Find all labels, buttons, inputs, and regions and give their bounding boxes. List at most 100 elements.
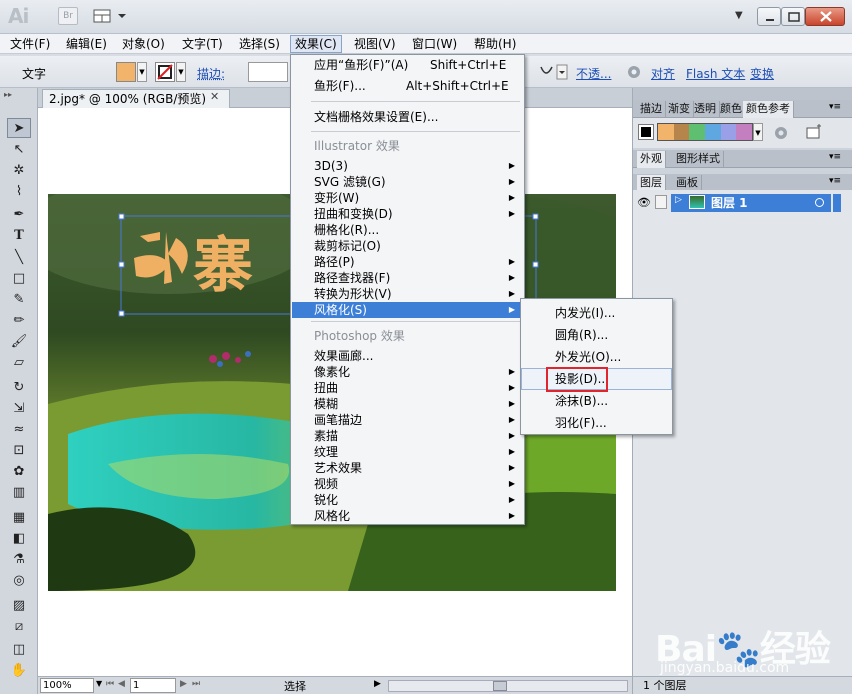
save-colors-icon[interactable] [805,124,823,140]
menu-scribble[interactable]: 涂抹(B)... [522,393,671,409]
slice-tool-icon[interactable]: ⧄ [7,617,31,637]
menu-pathfinder[interactable]: 路径查找器(F) ▶ [292,270,523,286]
panel-menu-icon[interactable]: ▾≡ [829,152,841,162]
flash-text-link[interactable]: Flash 文本 [686,65,745,82]
menu-apply-last-effect[interactable]: 应用“鱼形(F)”(A) Shift+Ctrl+E [292,57,523,73]
pen-tool-icon[interactable]: ✒ [7,205,31,225]
fill-dropdown-chevron-icon[interactable]: ▼ [137,62,147,82]
last-page-icon[interactable]: ⏭ [192,679,200,689]
menu-warp[interactable]: 变形(W) ▶ [292,190,523,206]
prev-page-icon[interactable]: ◀ [118,679,125,689]
symbol-sprayer-tool-icon[interactable]: ✿ [7,462,31,482]
align-link[interactable]: 对齐 [651,65,675,82]
harmony-swatch[interactable] [736,124,752,140]
tab-graphic-styles[interactable]: 图形样式 [673,151,724,168]
menu-blur[interactable]: 模糊 ▶ [292,396,523,412]
harmony-swatches[interactable] [657,123,753,141]
gear-icon[interactable] [773,125,789,141]
menu-object[interactable]: 对象(O) [118,35,169,53]
pencil-tool-icon[interactable]: ✏ [7,311,31,331]
menu-outer-glow[interactable]: 外发光(O)... [522,349,671,365]
panel-menu-icon[interactable]: ▾≡ [829,102,841,112]
menu-file[interactable]: 文件(F) [6,35,54,53]
layer-row[interactable]: ▷ 图层 1 [671,194,831,212]
harmony-swatch[interactable] [721,124,737,140]
brush-definition-icon[interactable] [538,63,568,81]
blend-tool-icon[interactable]: ◎ [7,571,31,591]
status-menu-arrow-icon[interactable]: ▶ [374,679,381,689]
maximize-button[interactable] [781,7,805,26]
menu-round-corners[interactable]: 圆角(R)... [522,327,671,343]
menu-select[interactable]: 选择(S) [235,35,284,53]
harmony-dropdown-chevron-icon[interactable]: ▼ [753,123,763,141]
opacity-link[interactable]: 不透... [576,65,611,82]
stroke-weight-input[interactable] [248,62,288,82]
menu-effect[interactable]: 效果(C) [290,35,342,53]
type-tool-icon[interactable]: T [7,226,31,246]
menu-video[interactable]: 视频 ▶ [292,476,523,492]
tab-stroke[interactable]: 描边 [637,101,666,118]
close-tab-icon[interactable]: ✕ [210,90,219,103]
eraser-tool-icon[interactable]: ▱ [7,353,31,373]
menu-3d[interactable]: 3D(3) ▶ [292,158,523,174]
harmony-swatch[interactable] [705,124,721,140]
tab-color[interactable]: 颜色 [717,101,746,118]
scrollbar-thumb[interactable] [493,681,507,691]
rotate-tool-icon[interactable]: ↻ [7,378,31,398]
zoom-field[interactable]: 100% [40,678,94,693]
arrange-documents-button[interactable] [92,7,128,25]
menu-view[interactable]: 视图(V) [350,35,400,53]
lock-toggle[interactable] [655,195,667,209]
document-tab[interactable]: 2.jpg* @ 100% (RGB/预览) [42,89,230,108]
menu-inner-glow[interactable]: 内发光(I)... [522,305,671,321]
menu-texture[interactable]: 纹理 ▶ [292,444,523,460]
stroke-weight-label[interactable]: 描边: [197,65,225,82]
menu-edit[interactable]: 编辑(E) [62,35,111,53]
magic-wand-tool-icon[interactable]: ✲ [7,161,31,181]
menu-type[interactable]: 文字(T) [178,35,227,53]
line-tool-icon[interactable]: ╲ [7,248,31,268]
stroke-dropdown-chevron-icon[interactable]: ▼ [176,62,186,82]
menu-raster-effects-settings[interactable]: 文档栅格效果设置(E)... [292,109,523,125]
eyedropper-tool-icon[interactable]: ⚗ [7,550,31,570]
scale-tool-icon[interactable]: ⇲ [7,399,31,419]
next-page-icon[interactable]: ▶ [180,679,187,689]
expand-arrow-icon[interactable]: ▷ [675,195,682,205]
menu-effect-gallery[interactable]: 效果画廊... [292,348,523,364]
hand-tool-icon[interactable]: ✋ [7,661,31,681]
menu-stylize[interactable]: 风格化(S) ▶ [292,302,523,318]
gradient-tool-icon[interactable]: ◧ [7,529,31,549]
menu-window[interactable]: 窗口(W) [408,35,461,53]
menu-sharpen[interactable]: 锐化 ▶ [292,492,523,508]
gear-icon[interactable] [626,64,642,80]
horizontal-scrollbar[interactable] [388,680,628,692]
base-color-swatch[interactable] [639,125,653,139]
menu-help[interactable]: 帮助(H) [470,35,520,53]
menu-crop-marks[interactable]: 裁剪标记(O) [292,238,523,254]
page-field[interactable]: 1 [130,678,176,693]
harmony-swatch[interactable] [658,124,674,140]
menu-svg-filters[interactable]: SVG 滤镜(G) ▶ [292,174,523,190]
menu-artistic[interactable]: 艺术效果 ▶ [292,460,523,476]
direct-selection-tool-icon[interactable]: ↖ [7,140,31,160]
artboard-tool-icon[interactable]: ◫ [7,640,31,660]
menu-feather[interactable]: 羽化(F)... [522,415,671,431]
tab-color-guide[interactable]: 颜色参考 [743,101,794,118]
menu-last-effect[interactable]: 鱼形(F)... Alt+Shift+Ctrl+E [292,78,523,94]
zoom-chevron-down-icon[interactable]: ▼ [96,679,102,688]
warp-tool-icon[interactable]: ≈ [7,420,31,440]
lasso-tool-icon[interactable]: ⌇ [7,182,31,202]
stroke-color-swatch[interactable] [155,62,175,82]
menu-ps-stylize[interactable]: 风格化 ▶ [292,508,523,524]
tab-gradient[interactable]: 渐变 [665,101,694,118]
mesh-tool-icon[interactable]: ▦ [7,508,31,528]
blob-brush-tool-icon[interactable]: 🖌 [7,332,31,352]
rectangle-tool-icon[interactable]: □ [7,269,31,289]
panel-menu-icon[interactable]: ▾≡ [829,176,841,186]
target-circle-icon[interactable] [815,198,824,207]
bridge-button[interactable]: Br [58,7,78,25]
selection-tool-icon[interactable]: ➤ [7,118,31,138]
minimize-button[interactable] [757,7,781,26]
close-button[interactable] [805,7,845,26]
free-transform-tool-icon[interactable]: ⊡ [7,441,31,461]
